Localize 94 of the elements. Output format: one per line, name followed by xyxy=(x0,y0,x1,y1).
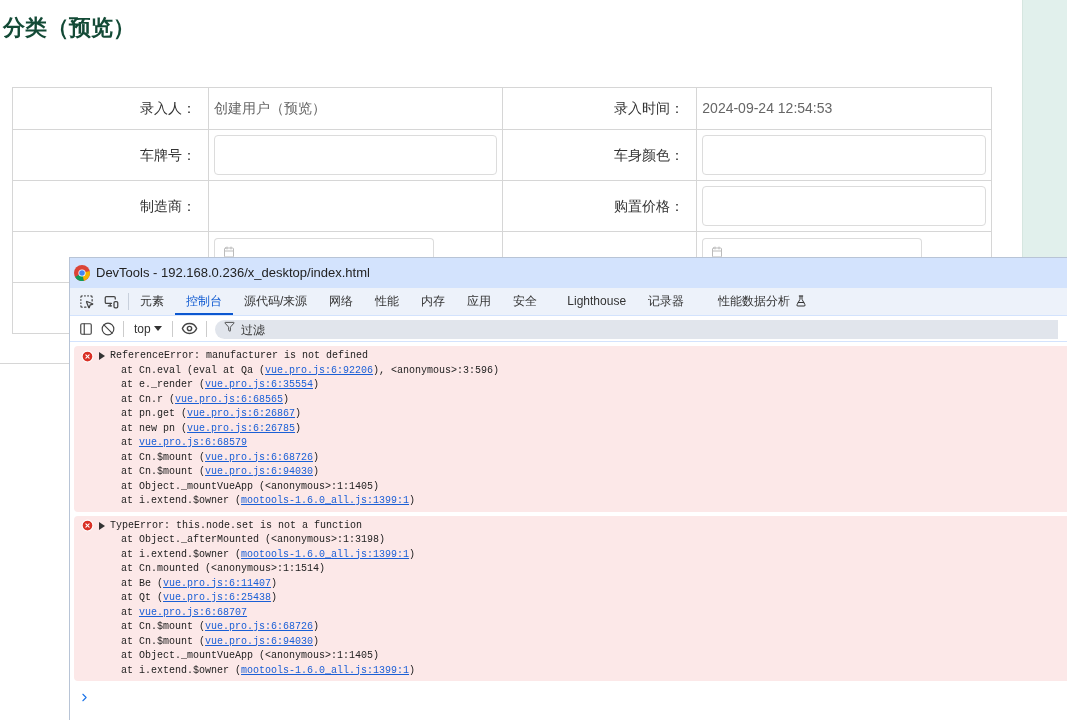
devtools-tab[interactable]: 记录器 xyxy=(637,288,696,315)
devtools-tab[interactable]: 元素 xyxy=(129,288,175,315)
stack-frame: ) xyxy=(271,591,278,606)
expand-icon[interactable] xyxy=(99,352,105,361)
error-message: TypeError: this.node.set is not a function xyxy=(110,518,363,533)
dropdown-icon xyxy=(153,326,162,331)
field-value: 2024-09-24 12:54:53 xyxy=(702,99,833,118)
stack-frame: ) xyxy=(271,576,278,591)
stack-frame: ) xyxy=(313,465,320,480)
stack-frame: at Cn.$mount ( xyxy=(121,450,205,465)
devtools-tab[interactable]: 内存 xyxy=(410,288,457,315)
stack-frame: at Cn.eval (eval at Qa ( xyxy=(121,363,266,378)
devtools-tab[interactable]: Lighthouse xyxy=(556,288,638,315)
stack-frame: ) xyxy=(313,450,320,465)
stack-frame: at Object._afterMounted (<anonymous>:1:3198) xyxy=(121,533,386,548)
source-link[interactable]: mootools-1.6.0_all.js:1399:1 xyxy=(241,494,410,509)
field-value: 创建用户（预览） xyxy=(213,99,326,118)
devtools-tab[interactable]: 源代码/来源 xyxy=(233,288,319,315)
stack-frame: ) xyxy=(295,407,302,422)
field-label: 车身颜色： xyxy=(614,145,685,165)
stack-frame: at Object._mountVueApp (<anonymous>:1:1405) xyxy=(121,649,380,664)
field-label: 录入人： xyxy=(139,99,196,118)
stack-frame: ) xyxy=(295,421,302,436)
source-link[interactable]: vue.pro.js:6:68707 xyxy=(139,605,248,620)
devtools-tab[interactable]: 应用 xyxy=(456,288,503,315)
source-link[interactable]: vue.pro.js:6:35554 xyxy=(205,378,314,393)
inspect-icon[interactable] xyxy=(79,294,94,309)
stack-frame: ) xyxy=(283,392,290,407)
devtools-tab[interactable]: 性能 xyxy=(364,288,411,315)
page-title: 分类（预览） xyxy=(2,14,136,42)
stack-frame: at Cn.$mount ( xyxy=(121,620,205,635)
source-link[interactable]: vue.pro.js:6:68579 xyxy=(139,436,248,451)
stack-frame: ), <anonymous>:3:596) xyxy=(373,363,500,378)
source-link[interactable]: mootools-1.6.0_all.js:1399:1 xyxy=(241,663,410,678)
calendar-icon xyxy=(711,246,724,258)
stack-frame: at xyxy=(121,605,139,620)
stack-frame: at new pn ( xyxy=(121,421,187,436)
stack-frame: ) xyxy=(409,547,416,562)
date-field[interactable] xyxy=(213,238,434,258)
devtools-tab[interactable]: 性能数据分析 xyxy=(707,288,819,315)
eye-icon[interactable] xyxy=(180,320,198,337)
stack-frame: at Qt ( xyxy=(121,591,163,606)
filter-field[interactable]: 过滤 xyxy=(214,320,1058,339)
error-icon xyxy=(81,349,94,363)
clear-console-icon[interactable] xyxy=(101,321,115,336)
expand-icon[interactable] xyxy=(99,521,105,530)
source-link[interactable]: vue.pro.js:6:92206 xyxy=(265,363,374,378)
stack-frame: ) xyxy=(313,378,320,393)
stack-frame: ) xyxy=(313,634,320,649)
source-link[interactable]: vue.pro.js:6:68726 xyxy=(205,620,314,635)
source-link[interactable]: vue.pro.js:6:94030 xyxy=(205,634,314,649)
stack-frame: at Object._mountVueApp (<anonymous>:1:1405) xyxy=(121,479,380,494)
source-link[interactable]: mootools-1.6.0_all.js:1399:1 xyxy=(241,547,410,562)
input-field[interactable] xyxy=(213,135,497,175)
source-link[interactable]: vue.pro.js:6:25438 xyxy=(163,591,272,606)
stack-frame: at Cn.$mount ( xyxy=(121,465,205,480)
stack-frame: ) xyxy=(409,663,416,678)
sidebar-toggle-icon[interactable] xyxy=(79,321,93,336)
stack-frame: at i.extend.$owner ( xyxy=(121,547,242,562)
filter-icon xyxy=(223,320,235,332)
device-toggle-icon[interactable] xyxy=(104,294,119,309)
stack-frame: ) xyxy=(313,620,320,635)
devtools-tab[interactable]: 网络 xyxy=(318,288,365,315)
stack-frame: at Cn.$mount ( xyxy=(121,634,205,649)
stack-frame: at pn.get ( xyxy=(121,407,187,422)
stack-frame: at i.extend.$owner ( xyxy=(121,663,242,678)
devtools-tab[interactable]: 控制台 xyxy=(175,288,233,315)
error-icon xyxy=(81,519,94,533)
window-title: DevTools - 192.168.0.236/x_desktop/index.html xyxy=(96,264,370,283)
calendar-icon xyxy=(222,246,235,258)
stack-frame: ) xyxy=(409,494,416,509)
field-label: 购置价格： xyxy=(614,196,685,216)
field-label: 制造商： xyxy=(139,196,196,216)
source-link[interactable]: vue.pro.js:6:68726 xyxy=(205,450,314,465)
source-link[interactable]: vue.pro.js:6:26867 xyxy=(187,407,296,422)
browser-logo-icon xyxy=(74,265,90,281)
input-field[interactable] xyxy=(702,135,986,175)
source-link[interactable]: vue.pro.js:6:26785 xyxy=(187,421,296,436)
stack-frame: at Be ( xyxy=(121,576,163,591)
source-link[interactable]: vue.pro.js:6:11407 xyxy=(163,576,272,591)
devtools-tab[interactable]: 安全 xyxy=(502,288,549,315)
field-label: 录入时间： xyxy=(614,99,685,118)
stack-frame: at Cn.mounted (<anonymous>:1:1514) xyxy=(121,562,326,577)
date-field[interactable] xyxy=(702,238,923,258)
stack-frame: at Cn.r ( xyxy=(121,392,175,407)
source-link[interactable]: vue.pro.js:6:68565 xyxy=(175,392,284,407)
error-message: ReferenceError: manufacturer is not defined xyxy=(110,349,369,363)
field-label: 车牌号： xyxy=(139,145,196,165)
stack-frame: at xyxy=(121,436,139,451)
context-selector[interactable]: top xyxy=(132,319,164,338)
source-link[interactable]: vue.pro.js:6:94030 xyxy=(205,465,314,480)
stack-frame: at e._render ( xyxy=(121,378,205,393)
input-field[interactable] xyxy=(702,186,986,226)
stack-frame: at i.extend.$owner ( xyxy=(121,494,242,509)
